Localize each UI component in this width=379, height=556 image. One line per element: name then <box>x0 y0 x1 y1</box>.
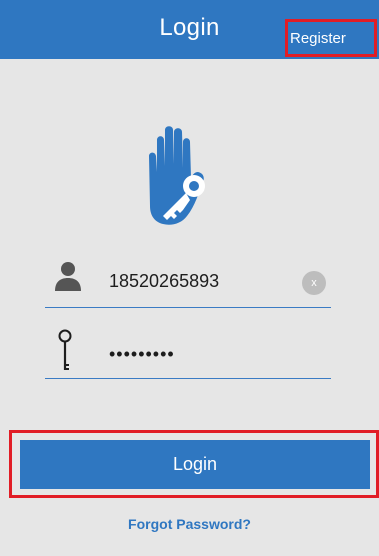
forgot-password-link[interactable]: Forgot Password? <box>0 516 379 532</box>
clear-input-button[interactable]: x <box>302 271 326 295</box>
phone-input[interactable] <box>109 271 289 292</box>
password-input[interactable]: ••••••••• <box>109 344 289 365</box>
phone-field: x <box>45 252 331 308</box>
register-button[interactable]: Register <box>290 30 346 47</box>
password-field: ••••••••• <box>45 322 331 379</box>
key-icon <box>58 329 72 370</box>
hand-key-icon <box>149 126 205 225</box>
user-icon <box>55 262 81 291</box>
login-button[interactable]: Login <box>20 440 370 489</box>
